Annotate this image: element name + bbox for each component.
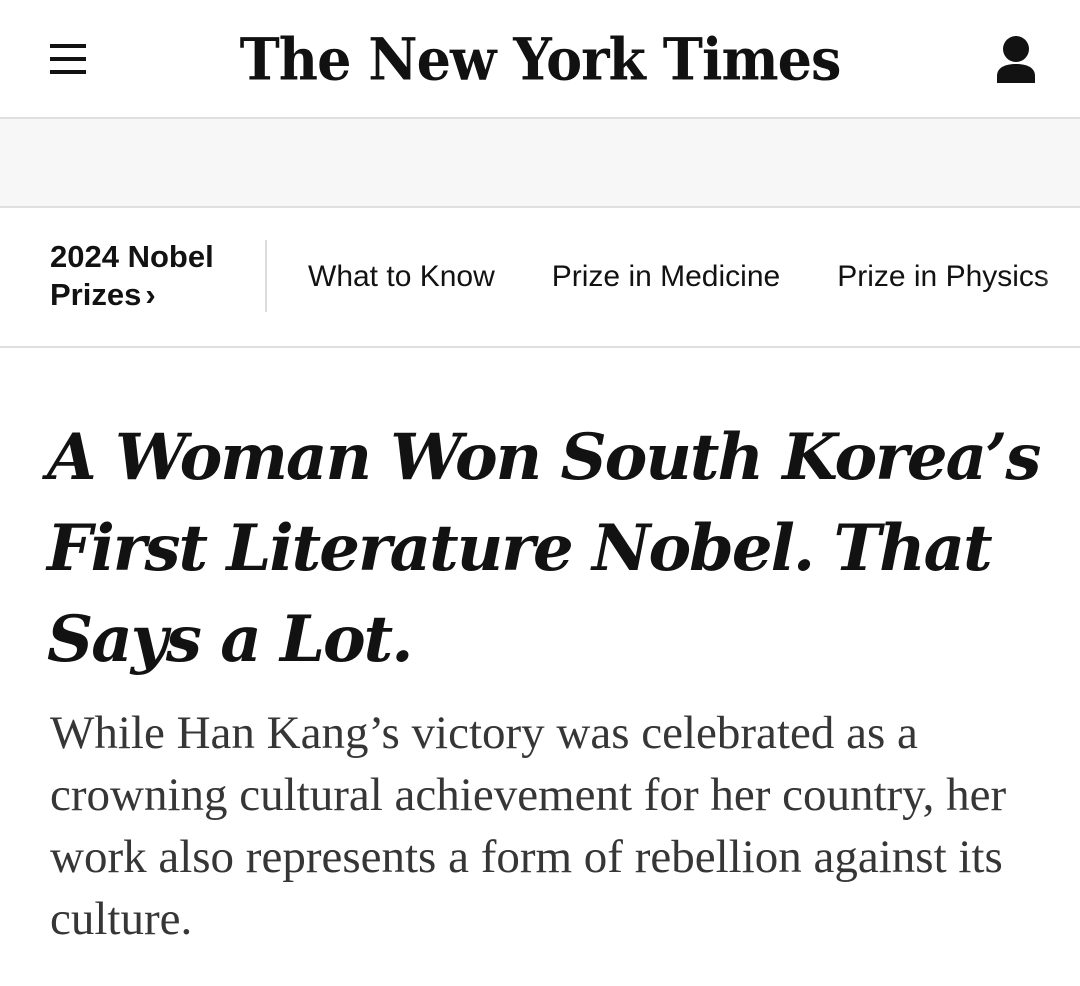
subnav-fade-overlay [1040, 208, 1080, 344]
ad-placeholder [0, 119, 1080, 208]
top-bar: The New York Times [0, 0, 1080, 119]
logo-container: The New York Times [0, 0, 1080, 117]
subnav-link-prize-in-physics[interactable]: Prize in Physics [837, 258, 1049, 296]
subnav-link-prize-in-medicine[interactable]: Prize in Medicine [552, 258, 780, 296]
subnav-title-link[interactable]: 2024 Nobel Prizes › [50, 238, 250, 314]
subnav-link-what-to-know[interactable]: What to Know [308, 258, 495, 296]
article-headline: A Woman Won South Korea’s First Literatu… [47, 420, 1041, 677]
subnav-links: What to Know Prize in Medicine Prize in … [308, 258, 1080, 296]
nyt-logo[interactable]: The New York Times [240, 24, 842, 93]
subnav-title-label: 2024 Nobel Prizes [50, 239, 214, 312]
user-account-icon[interactable] [994, 34, 1038, 86]
chevron-right-icon: › [145, 277, 156, 312]
article-summary: While Han Kang’s victory was celebrated … [50, 707, 1007, 945]
subnav-divider [265, 240, 267, 312]
section-subnav: 2024 Nobel Prizes › What to Know Prize in… [0, 208, 1080, 348]
hamburger-menu-icon[interactable] [50, 44, 86, 74]
